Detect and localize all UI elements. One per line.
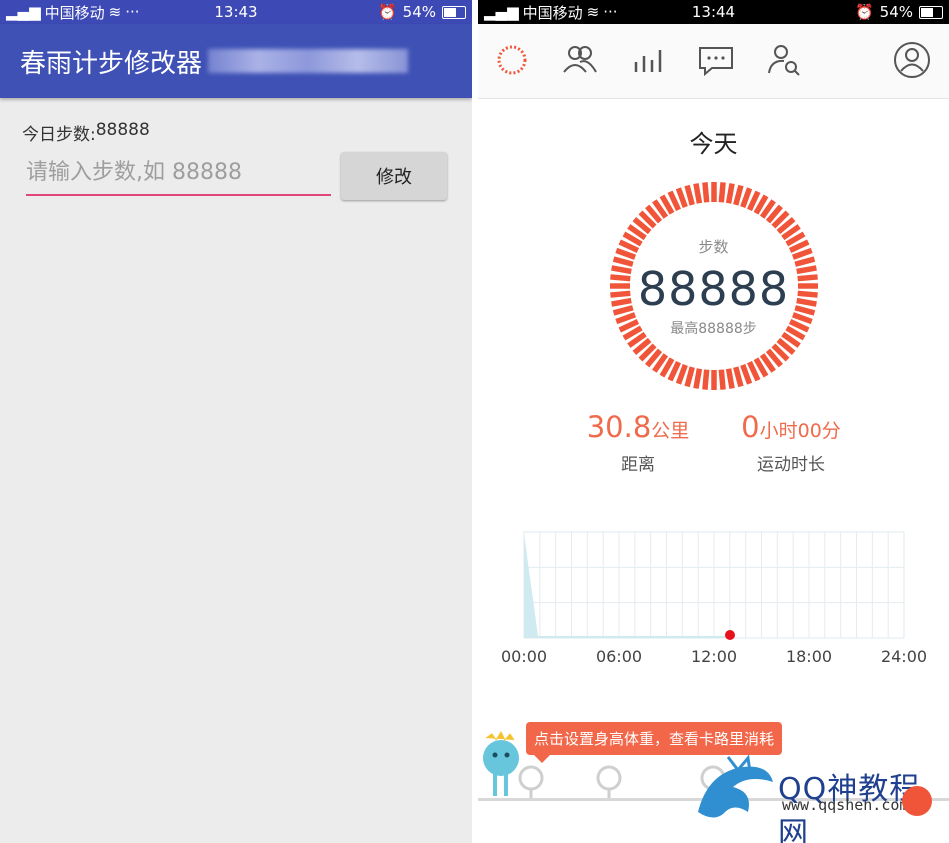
ring-tick <box>684 366 695 388</box>
app-title: 春雨计步修改器 <box>20 48 203 79</box>
status-bar: ▂▄▆ 中国移动 ≋ ··· 13:43 ⏰ 54% <box>0 0 472 24</box>
today-steps-label: 今日步数: 88888 <box>22 120 150 145</box>
top-nav <box>478 24 949 99</box>
battery-percent: 54% <box>879 3 913 21</box>
ring-tick <box>733 184 744 206</box>
carrier-label: 中国移动 <box>522 3 583 22</box>
steps-label-text: 今日步数: <box>22 125 96 145</box>
distance-unit: 公里 <box>651 420 690 442</box>
step-modifier-app: ▂▄▆ 中国移动 ≋ ··· 13:43 ⏰ 54% 春雨计步修改器 今日步数:… <box>0 0 472 843</box>
ring-tick <box>675 187 688 209</box>
dragon-logo-icon <box>698 754 773 818</box>
steps-input-wrapper <box>26 160 331 196</box>
watermark-url: www.qqshen.com <box>782 796 909 814</box>
today-title: 今天 <box>689 130 738 158</box>
modify-button[interactable]: 修改 <box>341 152 447 200</box>
steps-value: 88888 <box>637 262 790 316</box>
ring-tick <box>718 369 726 390</box>
ring-tick <box>684 184 695 206</box>
carrier-label: 中国移动 <box>44 3 105 22</box>
x-tick-label: 12:00 <box>691 647 737 666</box>
steps-caption: 步数 <box>698 238 729 256</box>
calorie-tooltip[interactable]: 点击设置身高体重，查看卡路里消耗 <box>526 722 783 763</box>
duration-unit: 小时00分 <box>759 420 841 442</box>
ring-tick <box>733 366 744 388</box>
x-tick-label: 18:00 <box>786 647 832 666</box>
steps-max: 最高88888步 <box>670 321 757 337</box>
ring-tick <box>740 187 753 209</box>
x-tick-label: 06:00 <box>596 647 642 666</box>
current-time-marker <box>725 630 735 640</box>
stats-icon[interactable] <box>628 40 668 80</box>
alarm-icon: ⏰ <box>854 3 874 21</box>
ring-tick <box>702 182 710 203</box>
battery-percent: 54% <box>402 3 436 21</box>
signal-icon: ▂▄▆ <box>6 3 41 21</box>
message-icon[interactable] <box>696 40 736 80</box>
friends-icon[interactable] <box>560 40 600 80</box>
signal-icon: ▂▄▆ <box>484 3 519 21</box>
wifi-icon: ≋ <box>108 3 122 21</box>
milestone-icon <box>518 765 544 800</box>
user-search-icon[interactable] <box>764 40 804 80</box>
battery-icon <box>442 5 466 19</box>
milestone-icon <box>596 765 622 800</box>
wifi-icon: ≋ <box>586 3 600 21</box>
distance-value: 30.8 <box>586 410 652 444</box>
ring-tick <box>718 182 726 203</box>
ring-tick <box>675 363 688 385</box>
duration-value: 0 <box>741 410 760 444</box>
ring-tick <box>725 183 735 204</box>
badge-icon <box>902 786 932 816</box>
blurred-text <box>208 49 409 73</box>
steps-input[interactable] <box>26 160 331 185</box>
duration-label: 运动时长 <box>757 455 825 475</box>
ring-tick <box>693 183 703 204</box>
steps-label-value: 88888 <box>95 120 150 140</box>
more-icon: ··· <box>125 3 140 21</box>
mascot-icon[interactable] <box>483 740 519 776</box>
ring-icon[interactable] <box>492 40 532 80</box>
profile-icon[interactable] <box>892 40 932 80</box>
duration-stat: 0小时00分 运动时长 <box>691 410 891 475</box>
activity-chart: 00:00 06:00 12:00 18:00 24:00 <box>501 531 927 666</box>
more-icon: ··· <box>603 3 618 21</box>
x-tick-label: 00:00 <box>501 647 547 666</box>
battery-icon <box>919 5 943 19</box>
pedometer-app: ▂▄▆ 中国移动 ≋ ··· 13:44 ⏰ 54% 今天 步数 88888 最… <box>478 0 949 843</box>
alarm-icon: ⏰ <box>377 3 397 21</box>
app-bar: 春雨计步修改器 <box>0 24 472 98</box>
ring-tick <box>725 368 735 389</box>
ring-tick <box>702 369 710 390</box>
x-tick-label: 24:00 <box>881 647 927 666</box>
ring-tick <box>740 363 753 385</box>
ring-tick <box>693 368 703 389</box>
status-bar: ▂▄▆ 中国移动 ≋ ··· 13:44 ⏰ 54% <box>478 0 949 24</box>
